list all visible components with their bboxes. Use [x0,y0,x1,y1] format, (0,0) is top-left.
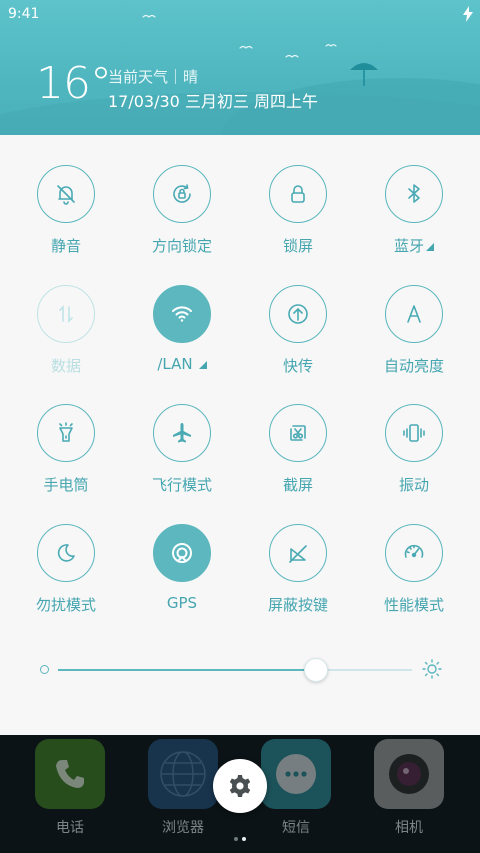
toggle-do-not-disturb[interactable]: 勿扰模式 [8,524,124,634]
temperature[interactable]: 16° [36,58,112,109]
dock-app-browser[interactable]: 浏览器 [147,739,219,837]
toggle-circle[interactable] [153,165,211,223]
camera-icon[interactable] [374,739,444,809]
toggle-label: 方向锁定 [151,237,212,255]
phone-icon[interactable] [35,739,105,809]
toggle-block-keys[interactable]: 屏蔽按键 [240,524,356,634]
airplane-icon [173,423,191,443]
toggle-vibrate[interactable]: 振动 [356,404,472,514]
app-label: 相机 [395,820,423,836]
brightness-slider-thumb[interactable] [304,658,329,682]
date-line[interactable]: 17/03/30 三月初三 周四上午 [108,88,318,112]
toggle-circle[interactable] [153,404,211,462]
toggle-wlan[interactable]: /LAN [124,285,240,395]
toggle-label: /LAN [124,355,240,373]
brightness-min-icon [40,665,49,674]
screenshot-icon [290,425,306,441]
toggle-auto-brightness[interactable]: 自动亮度 [356,285,472,395]
page-dot [234,837,238,841]
toggle-circle[interactable] [153,524,211,582]
status-time: 9:41 [8,6,40,22]
block-keys-icon [289,545,307,563]
toggle-mobile-data[interactable]: 数据 [8,285,124,395]
toggle-flashlight[interactable]: 手电筒 [8,404,124,514]
toggle-circle[interactable] [385,285,443,343]
wifi-icon [172,306,192,322]
brightness-slider-fill [58,669,317,671]
toggle-rotation-lock[interactable]: 方向锁定 [124,165,240,275]
browser-globe-icon[interactable] [148,739,218,809]
vibrate-icon [403,424,425,442]
toggle-gps[interactable]: GPS [124,524,240,634]
page-indicator [232,826,248,845]
auto-brightness-icon [407,305,421,323]
flashlight-icon [59,422,73,442]
toggle-label: 手电筒 [43,476,89,494]
toggle-label: 勿扰模式 [35,596,96,614]
toggle-label: 自动亮度 [383,357,444,375]
toggle-circle[interactable] [37,524,95,582]
rotation-lock-icon [173,184,191,203]
dock-app-phone[interactable]: 电话 [34,739,106,837]
toggle-airplane-mode[interactable]: 飞行模式 [124,404,240,514]
moon-icon [57,544,75,562]
sun-icon [422,659,442,679]
toggle-circle[interactable] [269,524,327,582]
charging-icon [463,6,473,22]
toggle-performance-mode[interactable]: 性能模式 [356,524,472,634]
toggle-label: 截屏 [282,476,313,494]
toggle-circle[interactable] [269,404,327,462]
toggle-lock-screen[interactable]: 锁屏 [240,165,356,275]
menu-corner-icon [426,243,434,251]
speedometer-icon [404,544,424,558]
quick-settings-panel: 静音 方向锁定 锁屏 蓝牙 数据 /LAN 快传 自动亮度 手电筒 飞行模式 截… [0,135,480,735]
weather-header: 9:41 16° 当前天气｜晴 17/03/30 三月初三 周四上午 [0,0,480,135]
toggle-label: 蓝牙 [356,235,472,256]
toggle-label: GPS [166,594,198,612]
toggle-label: 数据 [50,357,81,375]
bell-off-icon [57,185,75,205]
toggle-screenshot[interactable]: 截屏 [240,404,356,514]
lock-icon [291,185,305,203]
toggle-bluetooth[interactable]: 蓝牙 [356,165,472,275]
toggle-circle[interactable] [37,285,95,343]
dock-app-camera[interactable]: 相机 [373,739,445,837]
toggle-label: 快传 [282,357,313,375]
toggle-circle[interactable] [269,165,327,223]
app-label: 浏览器 [162,820,204,836]
app-label: 电话 [56,820,84,836]
umbrella-decoration [350,63,378,86]
settings-button[interactable] [213,759,267,813]
toggle-circle[interactable] [269,285,327,343]
toggle-quick-transfer[interactable]: 快传 [240,285,356,395]
weather-description[interactable]: 当前天气｜晴 [108,66,198,87]
app-label: 短信 [282,820,310,836]
toggle-circle[interactable] [385,404,443,462]
toggle-circle[interactable] [37,404,95,462]
page-dot-active [242,837,246,841]
toggle-circle[interactable] [37,165,95,223]
toggle-label: 振动 [398,476,429,494]
toggle-silent[interactable]: 静音 [8,165,124,275]
quick-transfer-icon [288,304,308,324]
gear-icon [229,775,251,797]
messages-icon[interactable] [261,739,331,809]
toggle-label: 屏蔽按键 [267,596,328,614]
toggle-circle[interactable] [385,165,443,223]
dock-app-messages[interactable]: 短信 [260,739,332,837]
toggle-label: 静音 [50,237,81,255]
mobile-data-icon [59,305,73,323]
toggle-label: 飞行模式 [151,476,212,494]
gps-icon [172,543,192,563]
toggle-label: 锁屏 [282,237,313,255]
toggle-label: 性能模式 [383,596,444,614]
bluetooth-icon [408,184,420,203]
menu-corner-icon [198,361,207,369]
toggle-circle[interactable] [385,524,443,582]
toggle-circle[interactable] [153,285,211,343]
